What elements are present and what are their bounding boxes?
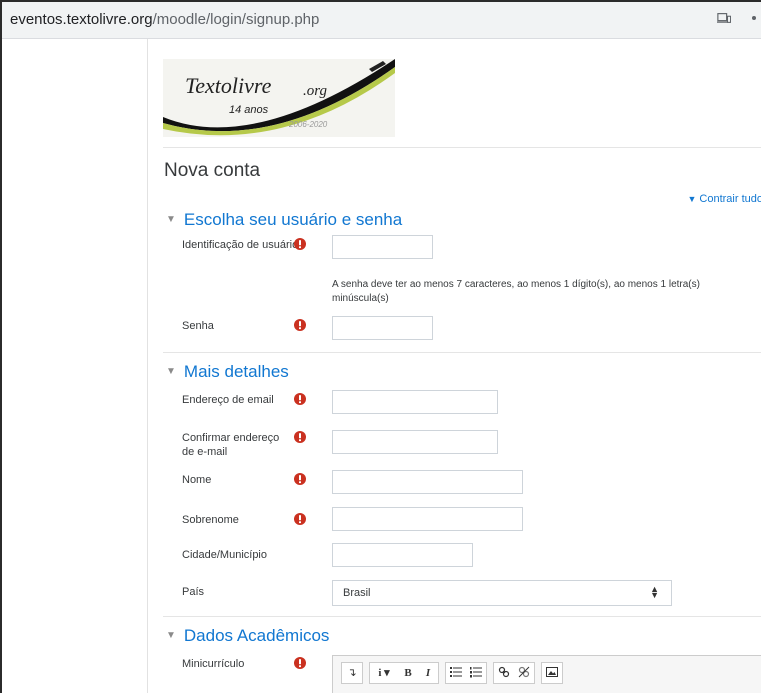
password-input[interactable] <box>332 316 433 340</box>
password-label: Senha <box>182 320 214 332</box>
required-icon <box>294 431 306 443</box>
username-input[interactable] <box>332 235 433 259</box>
ordered-list-icon[interactable] <box>466 663 486 683</box>
bio-label: Minicurrículo <box>182 658 245 670</box>
country-select[interactable]: Brasil ▲ ▼ <box>332 580 672 606</box>
logo-years: 14 anos <box>229 104 269 116</box>
email-confirm-label: Confirmar endereço de e-mail <box>182 432 280 458</box>
logo-range: 2006-2020 <box>288 120 328 129</box>
page-title: Nova conta <box>164 160 261 181</box>
section-account-title: Escolha seu usuário e senha <box>183 210 403 229</box>
site-logo[interactable]: Textolivre .org 14 anos 2006-2020 <box>163 59 395 137</box>
section-toggle-icon: ▼ <box>166 366 176 377</box>
devices-icon[interactable] <box>717 11 731 25</box>
url-host: eventos.textolivre.org <box>10 11 153 28</box>
divider <box>163 616 761 617</box>
divider <box>163 147 761 148</box>
logo-domain: .org <box>303 83 328 99</box>
section-details-header[interactable]: ▼ Mais detalhes <box>166 362 289 382</box>
section-toggle-icon: ▼ <box>166 214 176 225</box>
section-account-header[interactable]: ▼ Escolha seu usuário e senha <box>166 210 402 230</box>
section-toggle-icon: ▼ <box>166 630 176 641</box>
url-path: /moodle/login/signup.php <box>152 11 320 28</box>
required-icon <box>294 513 306 525</box>
select-arrows-icon: ▲ ▼ <box>650 584 659 600</box>
email-label: Endereço de email <box>182 394 274 406</box>
logo-text: Textolivre <box>185 73 272 98</box>
firstname-input[interactable] <box>332 470 523 494</box>
country-selected-value: Brasil <box>343 587 371 599</box>
divider <box>163 352 761 353</box>
lastname-input[interactable] <box>332 507 523 531</box>
collapse-toolbar-icon[interactable]: ↴ <box>342 663 362 683</box>
section-academic-header[interactable]: ▼ Dados Acadêmicos <box>166 626 329 646</box>
username-label: Identificação de usuário <box>182 239 299 251</box>
image-icon[interactable] <box>542 663 562 683</box>
required-icon <box>294 238 306 250</box>
menu-dot-icon[interactable] <box>745 11 759 25</box>
paragraph-styles-icon[interactable]: i ▾ <box>370 663 398 683</box>
email-input[interactable] <box>332 390 498 414</box>
italic-icon[interactable]: I <box>418 663 438 683</box>
left-drawer <box>2 39 148 693</box>
signup-form-region: Textolivre .org 14 anos 2006-2020 Nova c… <box>149 39 761 693</box>
section-details-title: Mais detalhes <box>183 362 289 381</box>
collapse-triangle-icon: ▼ <box>687 194 697 204</box>
unordered-list-icon[interactable] <box>446 663 466 683</box>
required-icon <box>294 393 306 405</box>
browser-window: eventos.textolivre.org/moodle/login/sign… <box>0 0 761 693</box>
bio-editor[interactable]: ↴ i ▾ B I <box>332 655 761 693</box>
required-icon <box>294 657 306 669</box>
required-icon <box>294 473 306 485</box>
url-text[interactable]: eventos.textolivre.org/moodle/login/sign… <box>10 11 319 28</box>
country-label: País <box>182 586 205 598</box>
email-confirm-input[interactable] <box>332 430 498 454</box>
collapse-all-label: Contrair tudo <box>699 193 761 205</box>
collapse-all-link[interactable]: ▼ Contrair tudo <box>687 193 761 205</box>
firstname-label: Nome <box>182 474 212 486</box>
city-label: Cidade/Município <box>182 549 267 561</box>
lastname-label: Sobrenome <box>182 514 239 526</box>
link-icon[interactable] <box>494 663 514 683</box>
unlink-icon[interactable] <box>514 663 534 683</box>
required-icon <box>294 319 306 331</box>
city-input[interactable] <box>332 543 473 567</box>
editor-toolbar: ↴ i ▾ B I <box>341 662 563 684</box>
password-policy-text: A senha deve ter ao menos 7 caracteres, … <box>332 279 700 304</box>
section-academic-title: Dados Acadêmicos <box>183 626 330 645</box>
address-bar[interactable]: eventos.textolivre.org/moodle/login/sign… <box>2 2 761 39</box>
bold-icon[interactable]: B <box>398 663 418 683</box>
